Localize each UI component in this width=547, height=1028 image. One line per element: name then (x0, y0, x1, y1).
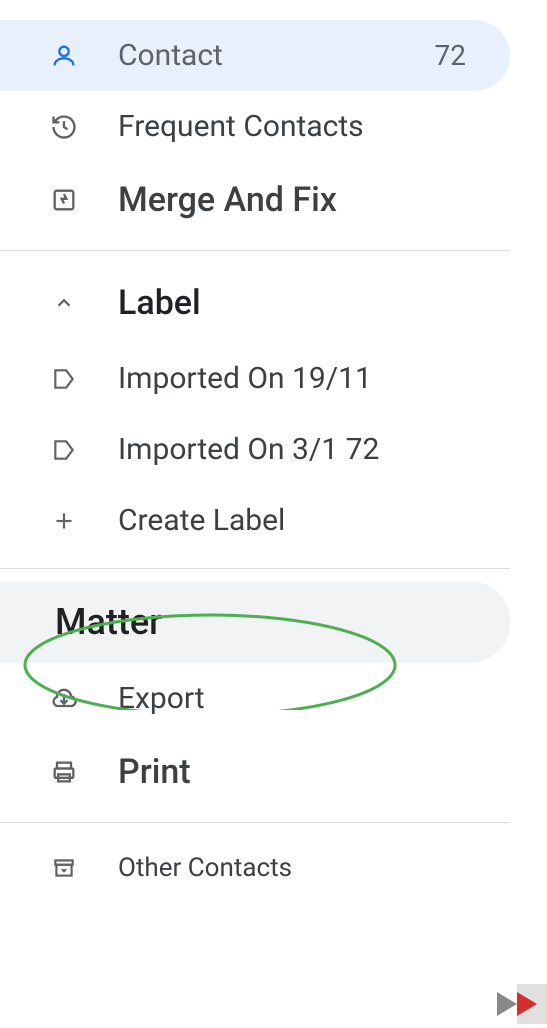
sidebar-item-merge[interactable]: Merge And Fix (0, 162, 510, 238)
merge-fix-icon (50, 186, 78, 214)
archive-icon (50, 854, 78, 882)
history-icon (50, 113, 78, 141)
other-label: Other Contacts (118, 853, 486, 883)
contact-count: 72 (435, 39, 466, 72)
plus-icon (50, 507, 78, 535)
print-icon (50, 758, 78, 786)
sidebar-item-print[interactable]: Print (0, 734, 510, 810)
merge-label: Merge And Fix (118, 180, 486, 220)
chevron-up-icon (50, 289, 78, 317)
sidebar-item-export[interactable]: Export (0, 663, 510, 734)
person-icon (50, 42, 78, 70)
divider (0, 250, 510, 251)
create-label-text: Create Label (118, 503, 486, 538)
label-section-header[interactable]: Label (0, 263, 510, 343)
sidebar-item-matter[interactable]: Matter (0, 581, 510, 663)
sidebar-item-contact[interactable]: Contact 72 (0, 20, 510, 91)
sidebar-item-other[interactable]: Other Contacts (0, 835, 510, 901)
label-1-text: Imported On 19/11 (118, 361, 486, 396)
export-label: Export (118, 681, 486, 716)
label-header-text: Label (118, 283, 486, 323)
sidebar-item-create-label[interactable]: Create Label (0, 485, 510, 556)
tag-icon (50, 436, 78, 464)
tag-icon (50, 365, 78, 393)
divider (0, 822, 510, 823)
sidebar-item-label-1[interactable]: Imported On 19/11 (0, 343, 510, 414)
sidebar-item-label-2[interactable]: Imported On 3/1 72 (0, 414, 510, 485)
contact-label: Contact (118, 38, 435, 73)
label-2-text: Imported On 3/1 72 (118, 432, 486, 467)
print-label: Print (118, 752, 486, 792)
sidebar: Contact 72 Frequent Contacts Merge And F… (0, 0, 510, 901)
logo-corner (487, 984, 547, 1024)
frequent-label: Frequent Contacts (118, 109, 486, 144)
matter-label: Matter (55, 601, 162, 643)
sidebar-item-frequent[interactable]: Frequent Contacts (0, 91, 510, 162)
divider (0, 568, 510, 569)
cloud-download-icon (50, 685, 78, 713)
